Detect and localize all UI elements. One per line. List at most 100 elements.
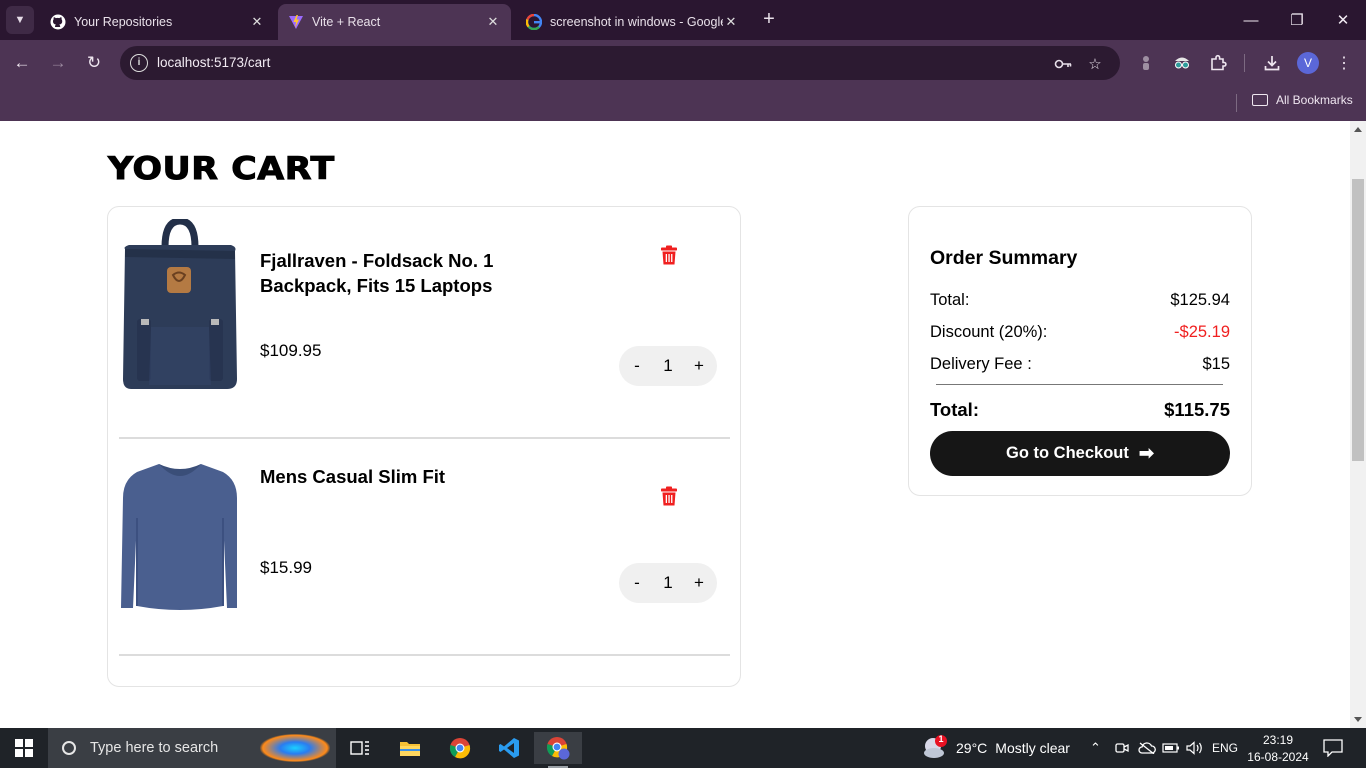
discount-label: Discount (20%): [930,323,1048,341]
folder-icon [1252,94,1268,106]
address-bar[interactable]: i localhost:5173/cart ☆ [120,46,1120,80]
increase-qty-button[interactable]: + [692,573,706,593]
search-placeholder: Type here to search [90,740,219,756]
minimize-button[interactable]: — [1228,0,1274,40]
toolbar-divider [1244,54,1245,72]
decrease-qty-button[interactable]: - [630,573,644,593]
total-row: Total: $115.75 [930,399,1230,421]
weather-widget[interactable]: 1 29°C Mostly clear [922,728,1070,768]
increase-qty-button[interactable]: + [692,356,706,376]
volume-icon[interactable] [1186,728,1204,768]
windows-logo-icon [15,739,33,757]
profile-avatar[interactable]: V [1297,52,1319,74]
meet-now-icon[interactable] [1115,728,1129,768]
taskbar-search[interactable]: Type here to search [48,728,336,768]
clock-time: 23:19 [1262,733,1294,747]
tab-close-icon[interactable]: ✕ [485,14,501,30]
trash-icon[interactable] [660,486,678,506]
extension-dot-icon[interactable] [1135,52,1157,74]
tab-close-icon[interactable]: ✕ [249,14,265,30]
tab-title: screenshot in windows - Google [550,15,723,29]
decrease-qty-button[interactable]: - [630,356,644,376]
bookmark-star-icon[interactable]: ☆ [1086,55,1104,73]
all-bookmarks-label: All Bookmarks [1276,93,1353,107]
tab-strip: ▼ Your Repositories ✕ Vite + React ✕ scr… [0,0,1366,40]
show-hidden-icons-chevron-icon[interactable]: ⌃ [1090,728,1101,768]
search-highlight-image [260,734,330,762]
subtotal-row: Total: $125.94 [930,291,1230,310]
tab-close-icon[interactable]: ✕ [723,14,739,30]
extensions-puzzle-icon[interactable] [1207,52,1229,74]
task-view-icon[interactable] [336,732,384,764]
windows-taskbar: Type here to search 1 29°C Mostly clear … [0,728,1366,768]
battery-icon[interactable] [1162,728,1180,768]
total-label: Total: [930,399,979,420]
quantity-stepper: - 1 + [619,563,717,603]
weather-moon-icon: 1 [922,734,948,761]
clock[interactable]: 23:19 16-08-2024 [1246,733,1310,765]
delivery-value: $15 [1202,355,1230,373]
tab-vite-react[interactable]: Vite + React ✕ [278,4,511,40]
cloud-sync-icon[interactable] [1138,728,1156,768]
chrome-app-icon[interactable] [436,732,484,764]
bookmarks-divider [1236,94,1237,112]
forward-arrow-icon[interactable]: → [46,51,70,75]
site-info-icon[interactable]: i [130,54,148,72]
page-scrollbar[interactable] [1350,121,1366,728]
close-window-button[interactable]: ✕ [1320,0,1366,40]
spy-extension-icon[interactable] [1171,52,1193,74]
browser-toolbar: ← → ↻ i localhost:5173/cart ☆ [0,40,1366,85]
bookmarks-bar: All Bookmarks [0,85,1366,121]
product-name[interactable]: Fjallraven - Foldsack No. 1 Backpack, Fi… [260,248,590,298]
file-explorer-icon[interactable] [386,732,434,764]
all-bookmarks-button[interactable]: All Bookmarks [1252,93,1353,107]
search-icon [62,741,76,755]
weather-temp: 29°C [956,740,988,756]
tab-your-repositories[interactable]: Your Repositories ✕ [40,4,275,40]
total-value: $115.75 [1164,399,1230,420]
more-menu-icon[interactable]: ⋮ [1333,52,1355,74]
notifications-icon[interactable] [1323,728,1343,768]
discount-value: -$25.19 [1174,323,1230,341]
password-key-icon[interactable] [1054,55,1072,73]
tab-screenshot-google[interactable]: screenshot in windows - Google ✕ [516,4,749,40]
reload-icon[interactable]: ↻ [82,51,106,75]
tab-search-button[interactable]: ▼ [6,6,34,34]
backpack-product-image [119,217,241,391]
delivery-row: Delivery Fee : $15 [930,355,1230,374]
weather-text: Mostly clear [995,740,1070,756]
subtotal-value: $125.94 [1170,291,1230,309]
checkout-button[interactable]: Go to Checkout ➡ [930,431,1230,476]
scroll-up-icon[interactable] [1354,127,1362,132]
shirt-product-image [119,458,241,630]
qty-value: 1 [663,356,673,375]
subtotal-label: Total: [930,291,970,309]
item-divider [119,654,730,656]
trash-icon[interactable] [660,245,678,265]
quantity-stepper: - 1 + [619,346,717,386]
product-price: $109.95 [260,341,322,360]
order-summary-heading: Order Summary [930,247,1078,269]
url-text[interactable]: localhost:5173/cart [157,55,270,70]
download-icon[interactable] [1261,52,1283,74]
cart-items-panel: Fjallraven - Foldsack No. 1 Backpack, Fi… [107,206,741,687]
scrollbar-thumb[interactable] [1352,179,1364,461]
arrow-right-icon: ➡ [1138,443,1154,463]
back-arrow-icon[interactable]: ← [10,51,34,75]
chrome-profile-app-icon[interactable] [534,732,582,768]
tab-title: Your Repositories [74,15,173,29]
restore-button[interactable]: ❐ [1274,0,1320,40]
vite-icon [288,14,304,30]
checkout-label: Go to Checkout [1006,444,1129,462]
start-button[interactable] [0,728,48,768]
scroll-down-icon[interactable] [1354,717,1362,722]
page-title: YOUR CART [107,151,335,188]
cart-item: Mens Casual Slim Fit $15.99 - 1 + [119,438,730,653]
delivery-label: Delivery Fee : [930,355,1032,373]
product-name[interactable]: Mens Casual Slim Fit [260,464,590,489]
new-tab-button[interactable]: + [758,8,780,32]
order-summary-panel: Order Summary Total: $125.94 Discount (2… [908,206,1252,496]
language-indicator[interactable]: ENG [1212,728,1238,768]
tab-title: Vite + React [312,15,381,29]
vscode-icon[interactable] [485,732,533,764]
